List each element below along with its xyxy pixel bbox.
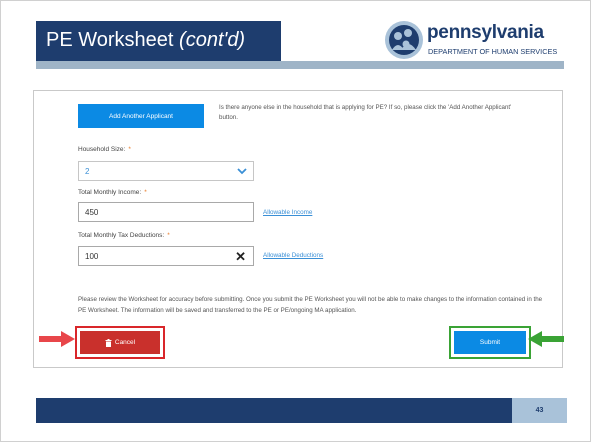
- footer-bar: [36, 398, 512, 423]
- title-bar: PE Worksheet (cont'd): [36, 21, 281, 61]
- monthly-income-input[interactable]: 450: [78, 202, 254, 222]
- allowable-deductions-link[interactable]: Allowable Deductions: [263, 252, 323, 259]
- slide: PE Worksheet (cont'd) pennsylvania DEPAR…: [0, 0, 591, 442]
- household-size-label: Household Size: *: [78, 146, 131, 153]
- pe-worksheet-form: Add Another Applicant Is there anyone el…: [33, 90, 563, 368]
- logo-department: DEPARTMENT OF HUMAN SERVICES: [428, 47, 558, 56]
- cancel-button[interactable]: Cancel: [80, 331, 160, 354]
- trash-icon: [105, 338, 112, 347]
- logo-name: pennsylvania: [427, 22, 544, 43]
- add-applicant-note: Is there anyone else in the household th…: [219, 104, 512, 121]
- required-mark: *: [144, 189, 147, 196]
- chevron-down-icon: [237, 168, 247, 175]
- household-size-value: 2: [85, 166, 90, 176]
- clear-icon[interactable]: ✕: [235, 249, 246, 265]
- cancel-label: Cancel: [114, 339, 136, 346]
- household-size-select[interactable]: 2: [78, 161, 254, 181]
- pa-dhs-logo: pennsylvania DEPARTMENT OF HUMAN SERVICE…: [384, 20, 574, 64]
- page-title: PE Worksheet (cont'd): [46, 29, 246, 51]
- green-arrow-left-icon: [528, 331, 564, 347]
- allowable-income-link[interactable]: Allowable Income: [263, 209, 312, 216]
- add-another-applicant-button[interactable]: Add Another Applicant: [78, 104, 204, 128]
- required-mark: *: [167, 232, 170, 239]
- page-number: 43: [512, 398, 567, 423]
- tax-deductions-input[interactable]: 100 ✕: [78, 246, 254, 266]
- red-arrow-right-icon: [39, 331, 75, 347]
- review-notice: Please review the Worksheet for accuracy…: [78, 296, 543, 314]
- submit-button[interactable]: Submit: [454, 331, 526, 354]
- required-mark: *: [128, 146, 131, 153]
- tax-deductions-label: Total Monthly Tax Deductions: *: [78, 232, 170, 239]
- tax-deductions-value: 100: [85, 251, 99, 261]
- monthly-income-value: 450: [85, 207, 99, 217]
- pa-logo-icon: [385, 21, 423, 59]
- monthly-income-label: Total Monthly Income: *: [78, 189, 147, 196]
